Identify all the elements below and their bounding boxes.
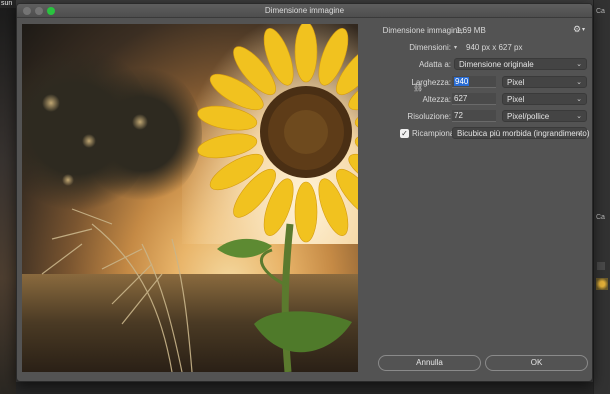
ok-button[interactable]: OK: [485, 355, 588, 371]
resample-checkbox[interactable]: ✓: [400, 129, 409, 138]
height-field[interactable]: 627: [452, 93, 496, 105]
chevron-down-icon: ⌄: [576, 96, 582, 103]
chevron-down-icon: ⌄: [576, 61, 582, 68]
width-unit: Pixel: [507, 78, 525, 87]
gear-icon[interactable]: ⚙: [573, 24, 581, 35]
document-tab[interactable]: sun: [0, 0, 16, 8]
resolution-unit: Pixel/pollice: [507, 112, 550, 121]
height-label: Altezza:: [422, 95, 451, 104]
image-size-label: Dimensione immagine:: [382, 26, 464, 35]
dimensions-label: Dimensioni:: [409, 43, 451, 52]
cancel-button[interactable]: Annulla: [378, 355, 481, 371]
width-value: 940: [454, 77, 470, 86]
panel-swatch: [597, 262, 605, 270]
fit-to-select[interactable]: Dimensione originale ⌄: [454, 58, 587, 70]
layer-thumbnail[interactable]: [596, 278, 608, 290]
width-unit-select[interactable]: Pixel ⌄: [502, 76, 587, 88]
width-label: Larghezza:: [411, 78, 451, 87]
image-size-value: 1,69 MB: [456, 26, 486, 35]
resolution-field[interactable]: 72: [452, 110, 496, 122]
image-size-dialog: Dimensione immagine ⚙ ▾ Dimensione immag…: [16, 3, 593, 382]
right-panel: Ca Ca: [593, 0, 610, 394]
resample-method: Bicubica più morbida (ingrandimento): [457, 129, 590, 138]
title-bar[interactable]: Dimensione immagine: [17, 4, 592, 18]
height-unit-select[interactable]: Pixel ⌄: [502, 93, 587, 105]
dimensions-unit-chevron-down-icon[interactable]: ▾: [454, 44, 457, 51]
chevron-down-icon: ⌄: [576, 130, 582, 137]
status-bar: [16, 382, 593, 394]
chevron-down-icon: ⌄: [576, 113, 582, 120]
canvas-edge: [0, 8, 16, 394]
dimensions-value: 940 px x 627 px: [466, 43, 523, 52]
resample-label: Ricampiona:: [412, 129, 457, 138]
fit-to-selected: Dimensione originale: [459, 60, 534, 69]
panel-tab[interactable]: Ca: [596, 214, 605, 221]
sunflower-illustration: [41, 24, 358, 372]
resample-method-select[interactable]: Bicubica più morbida (ingrandimento) ⌄: [452, 127, 590, 139]
width-field[interactable]: 940: [452, 76, 496, 88]
resolution-label: Risoluzione:: [407, 112, 451, 121]
height-value: 627: [454, 94, 468, 103]
resolution-unit-select[interactable]: Pixel/pollice ⌄: [502, 110, 587, 122]
height-unit: Pixel: [507, 95, 525, 104]
chevron-down-icon: ⌄: [576, 79, 582, 86]
panel-tab[interactable]: Ca: [596, 8, 605, 15]
image-preview[interactable]: [22, 24, 358, 372]
fit-to-label: Adatta a:: [418, 60, 451, 69]
dialog-title: Dimensione immagine: [264, 6, 345, 15]
resolution-value: 72: [454, 111, 463, 120]
chevron-down-icon[interactable]: ▾: [582, 26, 585, 33]
